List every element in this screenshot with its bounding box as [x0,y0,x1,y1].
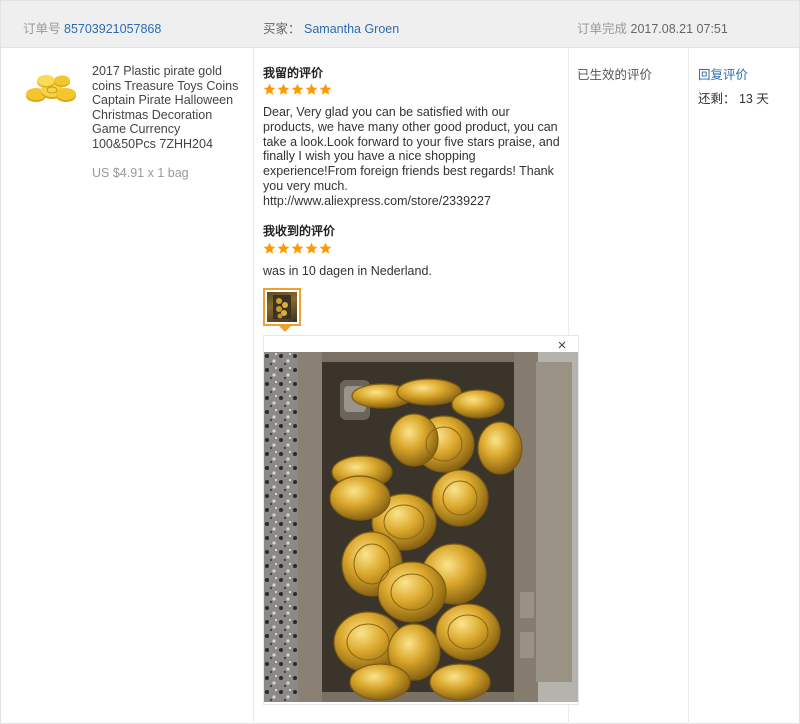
received-review-text: was in 10 dagen in Nederland. [263,264,432,278]
completed-group: 订单完成 2017.08.21 07:51 [577,21,728,37]
order-number-group: 订单号 85703921057868 [23,21,161,37]
star-icon [277,242,290,254]
star-icon [291,83,304,95]
product-thumbnail[interactable] [24,72,78,108]
buyer-group: 买家： Samantha Groen [263,21,399,37]
star-icon [263,242,276,254]
column-divider [688,48,689,724]
gold-coins-icon [26,75,76,102]
star-icon [263,83,276,95]
star-icon [277,83,290,95]
column-divider [253,48,254,724]
star-icon [319,242,332,254]
my-review-text: Dear, Very glad you can be satisfied wit… [263,105,563,209]
buyer-name-link[interactable]: Samantha Groen [304,22,399,36]
store-link[interactable]: http://www.aliexpress.com/store/2339227 [263,194,491,208]
product-title[interactable]: 2017 Plastic pirate gold coins Treasure … [92,64,244,152]
my-review-body: Dear, Very glad you can be satisfied wit… [263,105,560,193]
product-price: US $4.91 x 1 bag [92,166,189,180]
star-icon [291,242,304,254]
review-photo[interactable] [264,352,578,702]
my-review-stars [263,83,332,97]
received-review-title: 我收到的评价 [263,224,336,238]
reply-review-link[interactable]: 回复评价 [698,64,748,83]
review-status: 已生效的评价 [577,68,653,82]
treasure-chest-coins-photo [264,352,578,702]
order-header: 订单号 85703921057868 买家： Samantha Groen 订单… [1,1,799,48]
review-photo-thumbnail[interactable] [263,288,301,326]
treasure-chest-icon [273,295,291,319]
days-remaining: 还剩： 13 天 [698,92,769,106]
thumbnail-caret [279,326,291,332]
buyer-label: 买家： [263,22,301,36]
my-review-title: 我留的评价 [263,66,324,80]
photo-thumbnail-image [267,292,297,322]
completed-time: 2017.08.21 07:51 [630,22,728,36]
star-icon [305,242,318,254]
received-review-stars [263,242,332,256]
completed-label: 订单完成 [577,22,628,36]
star-icon [319,83,332,95]
order-number-label: 订单号 [23,22,61,36]
star-icon [305,83,318,95]
order-number-link[interactable]: 85703921057868 [64,22,161,36]
